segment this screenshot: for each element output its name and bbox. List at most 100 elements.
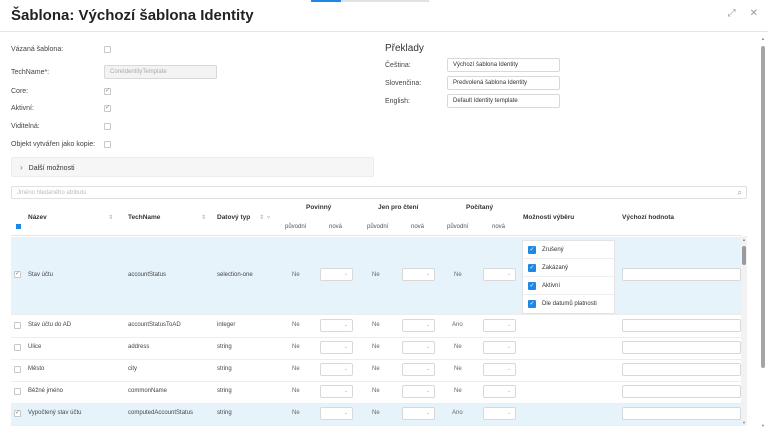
row-checkbox[interactable] [14, 322, 21, 329]
row-checkbox[interactable] [14, 388, 21, 395]
readonly-dropdown[interactable]: ⌄ [402, 341, 435, 354]
computed-dropdown[interactable]: ⌄ [483, 385, 516, 398]
default-value-input[interactable] [622, 319, 741, 332]
sort-icon[interactable]: ⇕ [108, 214, 113, 221]
chevron-right-icon: › [20, 163, 23, 172]
chevron-down-icon: ⌄ [506, 322, 511, 328]
computed-dropdown[interactable]: ⌄ [483, 407, 516, 420]
readonly-dropdown[interactable]: ⌄ [402, 319, 435, 332]
row-checkbox[interactable] [14, 344, 21, 351]
checkbox-checked-icon[interactable]: ✓ [528, 264, 536, 272]
table-row[interactable]: Běžné jméno commonName string Ne ⌄ Ne ⌄ … [11, 382, 741, 404]
default-value-input[interactable] [622, 363, 741, 376]
select-all-checkbox[interactable] [16, 224, 21, 229]
core-checkbox[interactable]: ✓ [104, 88, 111, 95]
col-required: Povinný [306, 204, 332, 211]
required-dropdown[interactable]: ⌄ [320, 385, 353, 398]
row-type: selection-one [217, 272, 253, 278]
table-row[interactable]: Ulice address string Ne ⌄ Ne ⌄ Ne ⌄ [11, 338, 741, 360]
bound-template-label: Vázaná šablona: [11, 46, 64, 53]
close-icon[interactable]: ✕ [750, 8, 758, 19]
option-label: Zakázaný [542, 265, 569, 271]
default-value-input[interactable] [622, 407, 741, 420]
expand-icon[interactable]: ⤢ [728, 8, 736, 19]
checkbox-checked-icon[interactable]: ✓ [528, 300, 536, 308]
col-selection: Možnosti výběru [523, 214, 575, 221]
chevron-down-icon: ⌄ [425, 388, 430, 394]
readonly-dropdown[interactable]: ⌄ [402, 268, 435, 281]
scroll-down-icon[interactable]: ▼ [741, 420, 747, 425]
row-type: integer [217, 322, 236, 328]
chevron-down-icon: ⌄ [425, 271, 430, 277]
scroll-up-icon[interactable]: ▲ [741, 237, 747, 242]
filter-icon[interactable]: ▿ [267, 214, 270, 221]
grid-scrollbar[interactable]: ▲ ▼ [741, 236, 747, 426]
table-row[interactable]: Město city string Ne ⌄ Ne ⌄ Ne ⌄ [11, 360, 741, 382]
readonly-dropdown[interactable]: ⌄ [402, 407, 435, 420]
chevron-down-icon: ⌄ [506, 271, 511, 277]
grid-scrollbar-thumb[interactable] [742, 246, 746, 265]
copy-checkbox[interactable] [104, 141, 111, 148]
scroll-up-icon[interactable]: ▲ [760, 36, 766, 41]
default-value-input[interactable] [622, 385, 741, 398]
table-row[interactable]: ✓ Vypočtený stav účtu computedAccountSta… [11, 404, 741, 426]
checkbox-checked-icon[interactable]: ✓ [528, 246, 536, 254]
table-row[interactable]: Stav účtu do AD accountStatusToAD intege… [11, 316, 741, 338]
more-options-label: Další možnosti [28, 165, 75, 172]
row-computed: Ne [454, 366, 462, 372]
option-label: Aktivní [542, 283, 561, 289]
techname-input[interactable]: CoreIdentityTemplate [104, 65, 217, 79]
row-computed: Ne [454, 388, 462, 394]
scroll-down-icon[interactable]: ▼ [760, 423, 766, 428]
option-label: Dle datumů platnosti [542, 301, 597, 307]
computed-dropdown[interactable]: ⌄ [483, 341, 516, 354]
default-value-input[interactable] [622, 268, 741, 281]
translation-label-cs: Čeština: [385, 62, 411, 69]
required-dropdown[interactable]: ⌄ [320, 363, 353, 376]
dialog-scrollbar[interactable]: ▲ ▼ [760, 36, 766, 428]
required-dropdown[interactable]: ⌄ [320, 407, 353, 420]
checkbox-checked-icon[interactable]: ✓ [528, 282, 536, 290]
translation-input-sk[interactable]: Predvolená šablona Identity [447, 76, 560, 90]
sort-icon[interactable]: ⇕ [259, 214, 264, 221]
chevron-down-icon: ⌄ [425, 322, 430, 328]
visible-checkbox[interactable] [104, 123, 111, 130]
computed-dropdown[interactable]: ⌄ [483, 319, 516, 332]
active-checkbox[interactable]: ✓ [104, 105, 111, 112]
list-item[interactable]: ✓ Zakázaný [523, 259, 614, 277]
list-item[interactable]: ✓ Dle datumů platnosti [523, 295, 614, 313]
chevron-down-icon: ⌄ [425, 410, 430, 416]
bound-template-checkbox[interactable] [104, 46, 111, 53]
sort-icon[interactable]: ⇕ [201, 214, 206, 221]
core-label: Core: [11, 88, 29, 95]
default-value-input[interactable] [622, 341, 741, 354]
dialog-scrollbar-thumb[interactable] [761, 46, 765, 368]
row-checkbox[interactable]: ✓ [14, 410, 21, 417]
row-required: Ne [292, 322, 300, 328]
row-name: Město [28, 366, 45, 372]
attribute-search-input[interactable]: Jméno hledaného atributu ⌕ [11, 186, 747, 199]
row-checkbox[interactable] [14, 366, 21, 373]
table-row[interactable]: ✓ Stav účtu accountStatus selection-one … [11, 237, 741, 315]
row-readonly: Ne [372, 272, 380, 278]
readonly-new: nová [411, 224, 425, 230]
list-item[interactable]: ✓ Zrušený [523, 241, 614, 259]
row-computed: Ano [452, 410, 463, 416]
translation-input-cs[interactable]: Výchozí šablona Identity [447, 58, 560, 72]
col-techname[interactable]: TechName [128, 214, 160, 221]
required-dropdown[interactable]: ⌄ [320, 319, 353, 332]
row-checkbox[interactable]: ✓ [14, 271, 21, 278]
required-dropdown[interactable]: ⌄ [320, 268, 353, 281]
translation-input-en[interactable]: Default Identity template [447, 94, 560, 108]
list-item[interactable]: ✓ Aktivní [523, 277, 614, 295]
col-datatype[interactable]: Datový typ [217, 214, 250, 221]
computed-dropdown[interactable]: ⌄ [483, 268, 516, 281]
col-name[interactable]: Název [28, 214, 47, 221]
readonly-dropdown[interactable]: ⌄ [402, 363, 435, 376]
required-dropdown[interactable]: ⌄ [320, 341, 353, 354]
search-icon[interactable]: ⌕ [738, 188, 742, 198]
computed-dropdown[interactable]: ⌄ [483, 363, 516, 376]
chevron-down-icon: ⌄ [343, 388, 348, 394]
more-options-toggle[interactable]: › Další možnosti [11, 157, 374, 177]
readonly-dropdown[interactable]: ⌄ [402, 385, 435, 398]
